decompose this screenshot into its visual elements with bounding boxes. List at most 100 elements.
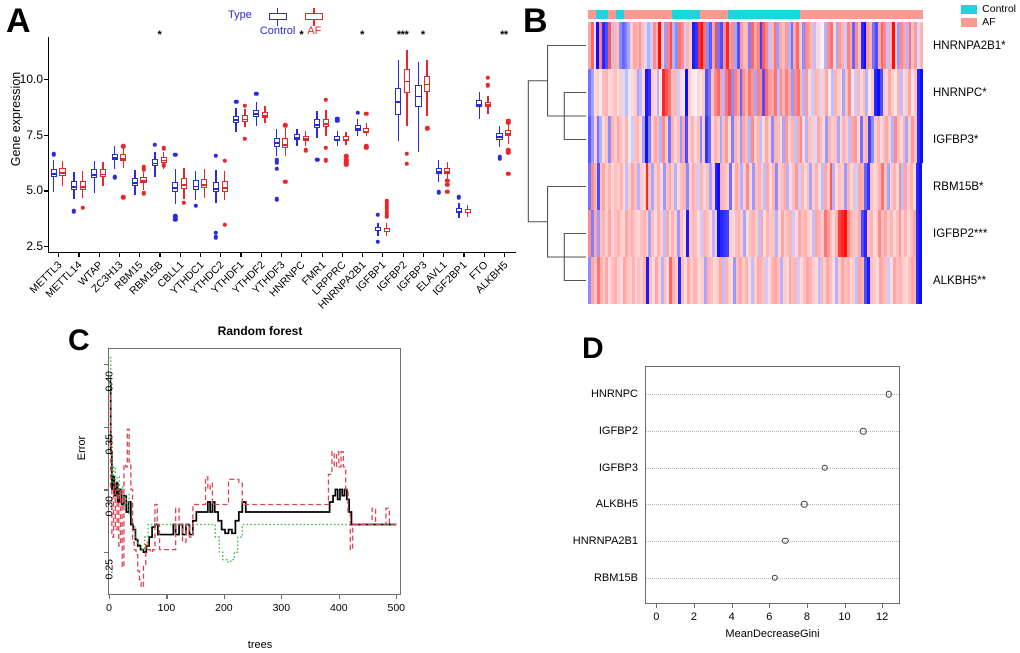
panel-a-xtick-mark (301, 253, 303, 257)
boxplot-median (505, 132, 512, 135)
boxplot-box (343, 43, 350, 253)
legend-label-af: AF (982, 16, 996, 28)
panel-a-ytick-mark (44, 190, 48, 192)
boxplot-box (444, 43, 451, 253)
panel-d-data-point (885, 391, 893, 398)
panel-a-xtick-mark (463, 253, 465, 257)
panel-a-significance-mark: ** (500, 29, 508, 41)
panel-a-significance-mark: * (299, 29, 304, 41)
panel-a-boxplot: A Type Control AF Gene expression 2.5 5.0… (0, 0, 520, 330)
panel-d-xtick-label: 2 (690, 611, 698, 623)
boxplot-box (50, 43, 57, 253)
panel-a-ytick-mark (44, 78, 48, 80)
boxplot-median (131, 181, 138, 184)
boxplot-box (403, 43, 410, 253)
boxplot-box (455, 43, 463, 253)
panel-a-significance-mark: * (360, 29, 364, 41)
boxplot-box (476, 43, 483, 253)
rf-error-curve-oob (109, 382, 397, 553)
heatmap-row-dendrogram (527, 44, 586, 282)
panel-d-xtick-mark (882, 603, 884, 608)
boxplot-box (354, 43, 361, 253)
panel-d-xtick-mark (844, 603, 846, 608)
panel-d-gridline (646, 394, 899, 396)
heatmap-cell (919, 116, 923, 163)
heatmap-cell (919, 69, 923, 116)
panel-a-xtick-mark (58, 253, 60, 257)
panel-d-gridline (646, 467, 899, 469)
legend-label-control: Control (259, 25, 296, 37)
boxplot-median (253, 113, 260, 116)
boxplot-median (212, 187, 219, 190)
boxplot-median (120, 158, 127, 160)
boxplot-median (262, 114, 269, 117)
panel-a-xtick-mark (220, 253, 222, 257)
heatmap-row-label: RBM15B* (933, 180, 984, 193)
panel-a-xtick-mark (179, 253, 181, 257)
boxplot-median (201, 184, 208, 186)
panel-d-gini-dotplot: D HNRNPC IGFBP2 IGFBP3 ALKBH5 HNRNPA2B1 RBM15… (545, 330, 1020, 653)
boxplot-median (59, 172, 66, 174)
panel-d-gene-label: HNRNPA2B1 (572, 534, 638, 547)
panel-c-xtick-mark (281, 594, 283, 599)
panel-d-xtick-label: 0 (653, 611, 660, 623)
boxplot-median (403, 80, 410, 83)
boxplot-median (293, 136, 300, 139)
boxplot-median (476, 103, 483, 106)
boxplot-median (322, 122, 329, 125)
panel-a-xtick-mark (199, 253, 202, 257)
panel-c-plot-area: 0.25 0.30 0.35 0.40 0 100 200 300 400 500 (103, 348, 405, 614)
boxplot-median (383, 230, 390, 233)
boxplot-iqr (212, 181, 219, 192)
panel-a-xtick-mark (98, 253, 100, 257)
boxplot-box (273, 43, 280, 253)
panel-d-plot-area: HNRNPC IGFBP2 IGFBP3 ALKBH5 HNRNPA2B1 RBM15B 0… (573, 366, 900, 623)
legend-swatch-control (961, 5, 978, 14)
boxplot-median (160, 159, 167, 162)
panel-d-gridline (646, 540, 899, 542)
heatmap-cell (919, 22, 923, 69)
panel-a-significance-mark: *** (396, 29, 409, 41)
boxplot-median (444, 171, 451, 174)
panel-c-xtick-label: 400 (330, 602, 348, 614)
panel-a-y-axis (48, 37, 50, 253)
panel-d-data-point (771, 574, 779, 581)
rf-error-curve-af-class-error (109, 394, 397, 588)
legend-swatch-af (961, 18, 978, 27)
boxplot-glyph-control (267, 8, 289, 26)
panel-c-xtick-label: 300 (272, 602, 291, 614)
boxplot-box (253, 43, 260, 253)
boxplot-median (91, 174, 98, 176)
boxplot-median (99, 173, 107, 176)
boxplot-box (233, 43, 240, 253)
panel-a-xtick-mark (443, 253, 445, 257)
boxplot-median (455, 211, 463, 213)
panel-c-xtick-mark (396, 594, 398, 599)
panel-c-xtick-label: 0 (106, 602, 112, 614)
panel-d-xtick-mark (693, 603, 696, 608)
figure-root: A Type Control AF Gene expression 2.5 5.0… (0, 0, 1020, 653)
boxplot-median (233, 119, 240, 122)
legend-key-af: AF (303, 8, 325, 37)
panel-d-xtick-mark (656, 603, 658, 608)
boxplot-median (282, 143, 289, 146)
boxplot-median (241, 118, 248, 121)
panel-c-xtick-mark (109, 594, 111, 599)
panel-a-xtick-mark (503, 253, 506, 257)
legend-row-af: AF (961, 16, 1016, 29)
panel-c-title: Random forest (217, 324, 303, 338)
panel-d-gene-label: HNRNPC (590, 388, 638, 401)
boxplot-box (192, 43, 199, 253)
dendrogram-link (547, 44, 586, 117)
heatmap-row (588, 116, 923, 163)
boxplot-median (496, 136, 503, 139)
panel-c-xlabel: trees (247, 639, 273, 651)
panel-a-xtick-mark (362, 253, 364, 257)
panel-d-data-point (800, 501, 808, 508)
panel-c-xtick-mark (166, 594, 168, 599)
panel-d-gridline (646, 504, 899, 506)
boxplot-box (293, 43, 300, 253)
boxplot-box (172, 43, 179, 253)
panel-c-xtick-label: 500 (387, 602, 406, 614)
panel-a-xtick-mark (260, 253, 262, 257)
